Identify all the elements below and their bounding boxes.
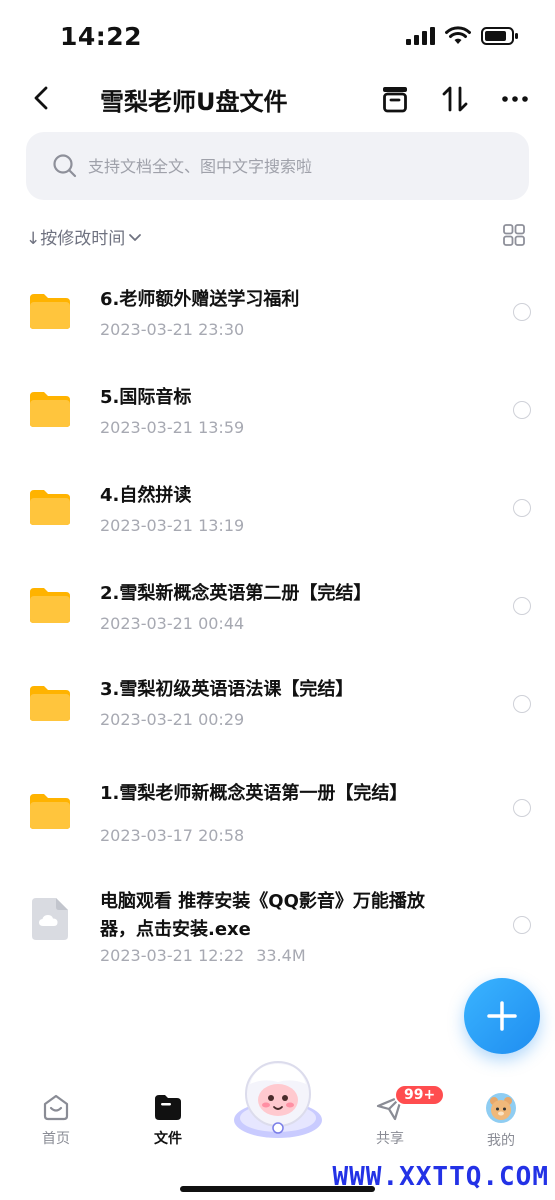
file-list: 6.老师额外赠送学习福利 2023-03-21 23:30 5.国际音标 202… [0, 262, 555, 978]
item-meta: 2023-03-21 13:19 [100, 516, 244, 535]
select-radio[interactable] [513, 799, 531, 817]
item-date: 2023-03-21 12:22 [100, 946, 245, 965]
status-time: 14:22 [60, 22, 143, 51]
sort-arrows-icon[interactable] [438, 82, 472, 116]
more-icon[interactable] [498, 82, 532, 116]
item-date: 2023-03-21 13:59 [100, 418, 245, 437]
item-date: 2023-03-21 23:30 [100, 320, 245, 339]
item-name: 4.自然拼读 [100, 485, 192, 506]
item-meta: 2023-03-17 20:58 [100, 826, 244, 845]
mascot-icon[interactable] [226, 1058, 330, 1142]
select-radio[interactable] [513, 303, 531, 321]
sort-selector[interactable]: ↓按修改时间 [26, 224, 143, 249]
back-chevron-icon[interactable] [28, 84, 56, 112]
folder-icon [30, 686, 70, 721]
select-radio[interactable] [513, 695, 531, 713]
item-date: 2023-03-21 00:29 [100, 710, 245, 729]
tab-mine[interactable]: 我的 [461, 1092, 541, 1150]
grid-view-icon[interactable] [503, 224, 525, 246]
select-radio[interactable] [513, 597, 531, 615]
search-input[interactable] [88, 156, 488, 176]
status-bar: 14:22 [0, 0, 555, 72]
watermark: WWW.XXTTQ.COM [332, 1162, 549, 1192]
add-button[interactable] [464, 978, 540, 1054]
folder-icon [30, 294, 70, 329]
cloud-file-icon [32, 898, 68, 940]
list-item[interactable]: 2.雪梨新概念英语第二册【完结】 2023-03-21 00:44 [0, 556, 555, 654]
list-item[interactable]: 6.老师额外赠送学习福利 2023-03-21 23:30 [0, 262, 555, 360]
list-item[interactable]: 1.雪梨老师新概念英语第一册【完结】 2023-03-17 20:58 [0, 754, 555, 878]
sort-label: ↓按修改时间 [26, 229, 126, 249]
nav-header: 雪梨老师U盘文件 [0, 72, 555, 124]
search-bar[interactable] [26, 132, 529, 200]
archive-icon[interactable] [378, 82, 412, 116]
folder-icon [30, 490, 70, 525]
item-name: 6.老师额外赠送学习福利 [100, 289, 300, 310]
list-item[interactable]: 4.自然拼读 2023-03-21 13:19 [0, 458, 555, 556]
select-radio[interactable] [513, 499, 531, 517]
item-name: 电脑观看 推荐安装《QQ影音》万能播放器，点击安装.exe [100, 891, 425, 940]
item-meta: 2023-03-21 23:30 [100, 320, 244, 339]
item-meta: 2023-03-21 13:59 [100, 418, 244, 437]
plus-icon [487, 1001, 517, 1031]
item-date: 2023-03-21 00:44 [100, 614, 245, 633]
battery-icon [481, 27, 518, 45]
tab-share[interactable]: 共享 99+ [350, 1084, 446, 1148]
tab-files-label: 文件 [154, 1131, 182, 1147]
item-date: 2023-03-21 13:19 [100, 516, 245, 535]
notification-badge: 99+ [394, 1084, 446, 1106]
search-icon [53, 154, 77, 178]
item-meta: 2023-03-21 00:29 [100, 710, 244, 729]
item-size: 33.4M [256, 946, 306, 965]
item-meta: 2023-03-21 12:22 33.4M [100, 946, 306, 965]
tab-home-label: 首页 [42, 1131, 70, 1147]
item-name: 1.雪梨老师新概念英语第一册【完结】 [100, 783, 408, 804]
tab-mine-label: 我的 [487, 1133, 515, 1149]
page-title: 雪梨老师U盘文件 [100, 88, 288, 116]
select-radio[interactable] [513, 916, 531, 934]
avatar-icon [486, 1093, 516, 1123]
item-meta: 2023-03-21 00:44 [100, 614, 244, 633]
tab-share-label: 共享 [376, 1131, 404, 1147]
folder-icon [30, 588, 70, 623]
item-name: 2.雪梨新概念英语第二册【完结】 [100, 583, 372, 604]
sort-row: ↓按修改时间 [0, 220, 555, 256]
item-name: 3.雪梨初级英语语法课【完结】 [100, 679, 354, 700]
chevron-down-icon [129, 233, 142, 241]
list-item[interactable]: 电脑观看 推荐安装《QQ影音》万能播放器，点击安装.exe 2023-03-21… [0, 878, 555, 978]
folder-filled-icon [155, 1095, 181, 1120]
item-name: 5.国际音标 [100, 387, 192, 408]
tab-home[interactable]: 首页 [16, 1092, 96, 1148]
item-date: 2023-03-17 20:58 [100, 826, 245, 845]
status-icons [406, 26, 519, 46]
home-icon [43, 1094, 69, 1121]
tab-files[interactable]: 文件 [128, 1092, 208, 1148]
signal-icon [406, 27, 435, 45]
folder-icon [30, 392, 70, 427]
folder-icon [30, 794, 70, 829]
wifi-icon [445, 26, 471, 44]
list-item[interactable]: 3.雪梨初级英语语法课【完结】 2023-03-21 00:29 [0, 654, 555, 754]
list-item[interactable]: 5.国际音标 2023-03-21 13:59 [0, 360, 555, 458]
select-radio[interactable] [513, 401, 531, 419]
